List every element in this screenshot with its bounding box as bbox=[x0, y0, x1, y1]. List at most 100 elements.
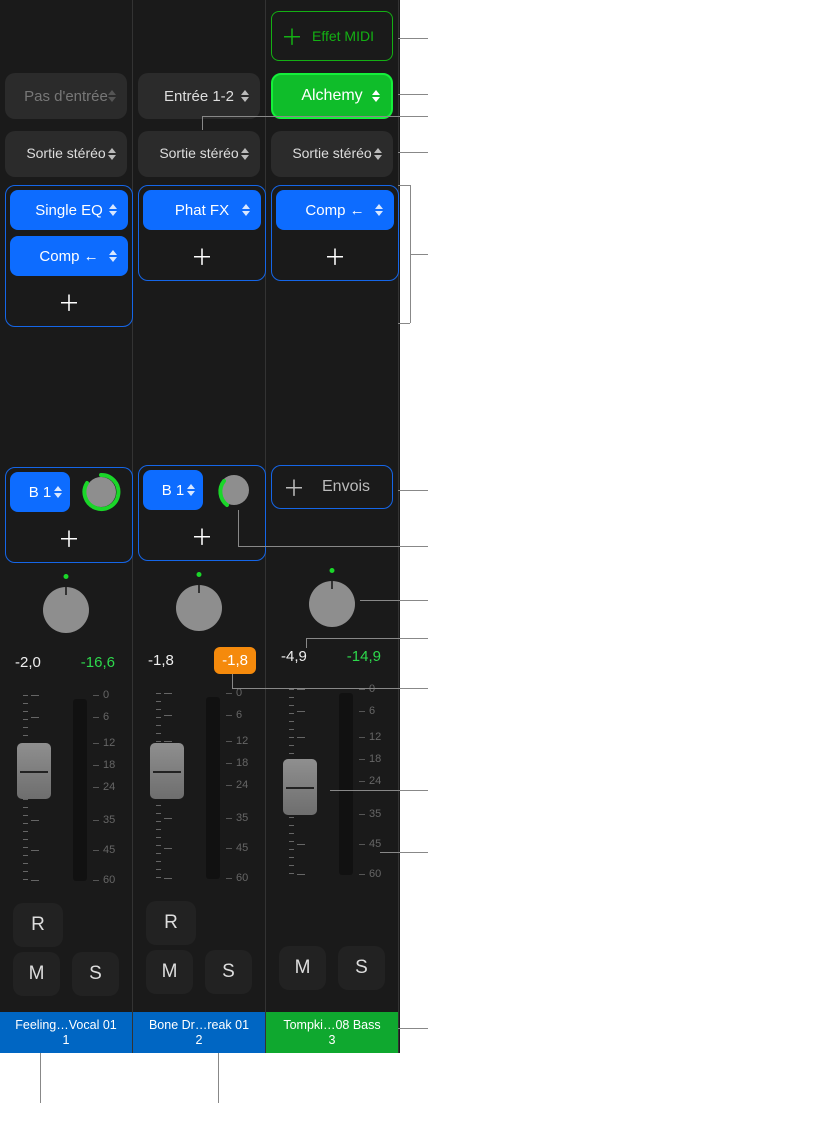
plus-icon: ＋ bbox=[325, 246, 345, 266]
plugin-section: Phat FX ＋ bbox=[138, 185, 266, 281]
level-readout: -2,0 -16,6 bbox=[5, 643, 127, 681]
level-readout: -4,9 -14,9 bbox=[271, 637, 393, 675]
button-label: R bbox=[164, 912, 178, 934]
plus-icon: ＋ bbox=[192, 526, 212, 546]
callout-line bbox=[202, 116, 203, 130]
add-plugin-button[interactable]: ＋ bbox=[143, 236, 261, 276]
output-slot[interactable]: Sortie stéréo bbox=[5, 131, 127, 177]
button-label: R bbox=[31, 914, 45, 936]
send-level-knob[interactable] bbox=[80, 471, 122, 513]
add-send-button[interactable]: ＋ Envois bbox=[271, 465, 393, 509]
output-slot[interactable]: Sortie stéréo bbox=[271, 131, 393, 177]
instrument-slot[interactable]: Alchemy bbox=[271, 73, 393, 119]
pan-knob[interactable] bbox=[171, 580, 227, 636]
plugin-slot[interactable]: Comp ← bbox=[276, 190, 394, 230]
callout-line bbox=[380, 852, 428, 853]
callout-line bbox=[202, 116, 428, 117]
scale-number: 24 bbox=[236, 779, 248, 791]
add-send-button[interactable]: ＋ bbox=[10, 518, 128, 558]
track-header[interactable]: Bone Dr…reak 01 2 bbox=[133, 1012, 265, 1053]
midi-effect-slot[interactable]: ＋ Effet MIDI bbox=[271, 11, 393, 61]
bus-label: B 1 bbox=[162, 482, 185, 499]
fader-area: 06121824354560 bbox=[271, 675, 393, 895]
plugin-slot[interactable]: Single EQ bbox=[10, 190, 128, 230]
meter-scale: 06121824354560 bbox=[359, 689, 387, 879]
send-bus-slot[interactable]: B 1 bbox=[10, 472, 70, 512]
callout-line bbox=[410, 254, 428, 255]
mute-button[interactable]: M bbox=[13, 952, 60, 996]
chevron-updown-icon bbox=[107, 202, 118, 218]
peak-db-value[interactable]: -1,8 bbox=[214, 647, 256, 674]
scale-number: 12 bbox=[103, 737, 115, 749]
button-label: M bbox=[29, 963, 45, 985]
add-plugin-button[interactable]: ＋ bbox=[10, 282, 128, 322]
solo-button[interactable]: S bbox=[338, 946, 385, 990]
sends-section: B 1 ＋ bbox=[5, 467, 133, 563]
track-number: 2 bbox=[196, 1033, 203, 1048]
callout-line bbox=[360, 600, 428, 601]
input-label: Entrée 1-2 bbox=[164, 88, 234, 105]
record-enable-button[interactable]: R bbox=[13, 903, 63, 947]
solo-button[interactable]: S bbox=[72, 952, 119, 996]
callout-line bbox=[306, 638, 428, 639]
plugin-slot[interactable]: Phat FX bbox=[143, 190, 261, 230]
button-label: S bbox=[89, 963, 102, 985]
input-slot[interactable]: Pas d'entrée bbox=[5, 73, 127, 119]
callout-line bbox=[238, 546, 428, 547]
callout-line bbox=[398, 152, 428, 153]
record-enable-button[interactable]: R bbox=[146, 901, 196, 945]
plus-icon: ＋ bbox=[192, 246, 212, 266]
scale-number: 6 bbox=[369, 705, 375, 717]
send-bus-slot[interactable]: B 1 bbox=[143, 470, 203, 510]
fader-db-value: -4,9 bbox=[281, 648, 307, 665]
pan-indicator-dot bbox=[330, 568, 335, 573]
button-label: M bbox=[295, 957, 311, 979]
track-name: Tompki…08 Bass bbox=[283, 1018, 380, 1033]
bus-label: B 1 bbox=[29, 484, 52, 501]
plugin-slot[interactable]: Comp ← bbox=[10, 236, 128, 276]
plugin-label: Comp ← bbox=[39, 248, 98, 265]
volume-fader[interactable] bbox=[150, 743, 184, 799]
fader-db-value: -2,0 bbox=[15, 654, 41, 671]
scale-number: 6 bbox=[236, 709, 242, 721]
pan-knob[interactable] bbox=[38, 582, 94, 638]
volume-fader[interactable] bbox=[283, 759, 317, 815]
meter-scale: 06121824354560 bbox=[226, 693, 254, 883]
peak-db-value[interactable]: -14,9 bbox=[339, 643, 389, 670]
track-number: 3 bbox=[329, 1033, 336, 1048]
chevron-updown-icon bbox=[239, 88, 250, 104]
callout-line bbox=[40, 1053, 41, 1103]
button-label: S bbox=[222, 961, 235, 983]
callout-line bbox=[306, 638, 307, 648]
scale-number: 0 bbox=[103, 689, 109, 701]
mute-button[interactable]: M bbox=[279, 946, 326, 990]
send-level-knob[interactable] bbox=[213, 469, 255, 511]
track-header[interactable]: Feeling…Vocal 01 1 bbox=[0, 1012, 132, 1053]
callout-line bbox=[398, 323, 410, 324]
channel-strip-2: Entrée 1-2 Sortie stéréo Phat FX ＋ bbox=[133, 0, 266, 1053]
button-label: M bbox=[162, 961, 178, 983]
chevron-updown-icon bbox=[107, 248, 118, 264]
callout-line bbox=[398, 490, 428, 491]
peak-db-value[interactable]: -16,6 bbox=[73, 649, 123, 676]
instrument-label: Alchemy bbox=[301, 87, 362, 105]
track-header[interactable]: Tompki…08 Bass 3 bbox=[266, 1012, 398, 1053]
output-slot[interactable]: Sortie stéréo bbox=[138, 131, 260, 177]
chevron-updown-icon bbox=[372, 146, 383, 162]
input-slot[interactable]: Entrée 1-2 bbox=[138, 73, 260, 119]
volume-fader[interactable] bbox=[17, 743, 51, 799]
chevron-updown-icon bbox=[373, 202, 384, 218]
callout-line bbox=[238, 510, 239, 546]
envois-label: Envois bbox=[322, 478, 370, 496]
chevron-updown-icon bbox=[52, 484, 63, 500]
add-plugin-button[interactable]: ＋ bbox=[276, 236, 394, 276]
add-send-button[interactable]: ＋ bbox=[143, 516, 261, 556]
callout-line bbox=[218, 1053, 219, 1103]
scale-number: 12 bbox=[369, 731, 381, 743]
fader-area: 06121824354560 bbox=[138, 679, 260, 899]
scale-number: 35 bbox=[236, 812, 248, 824]
pan-knob[interactable] bbox=[304, 576, 360, 632]
mute-button[interactable]: M bbox=[146, 950, 193, 994]
pan-indicator-dot bbox=[197, 572, 202, 577]
solo-button[interactable]: S bbox=[205, 950, 252, 994]
